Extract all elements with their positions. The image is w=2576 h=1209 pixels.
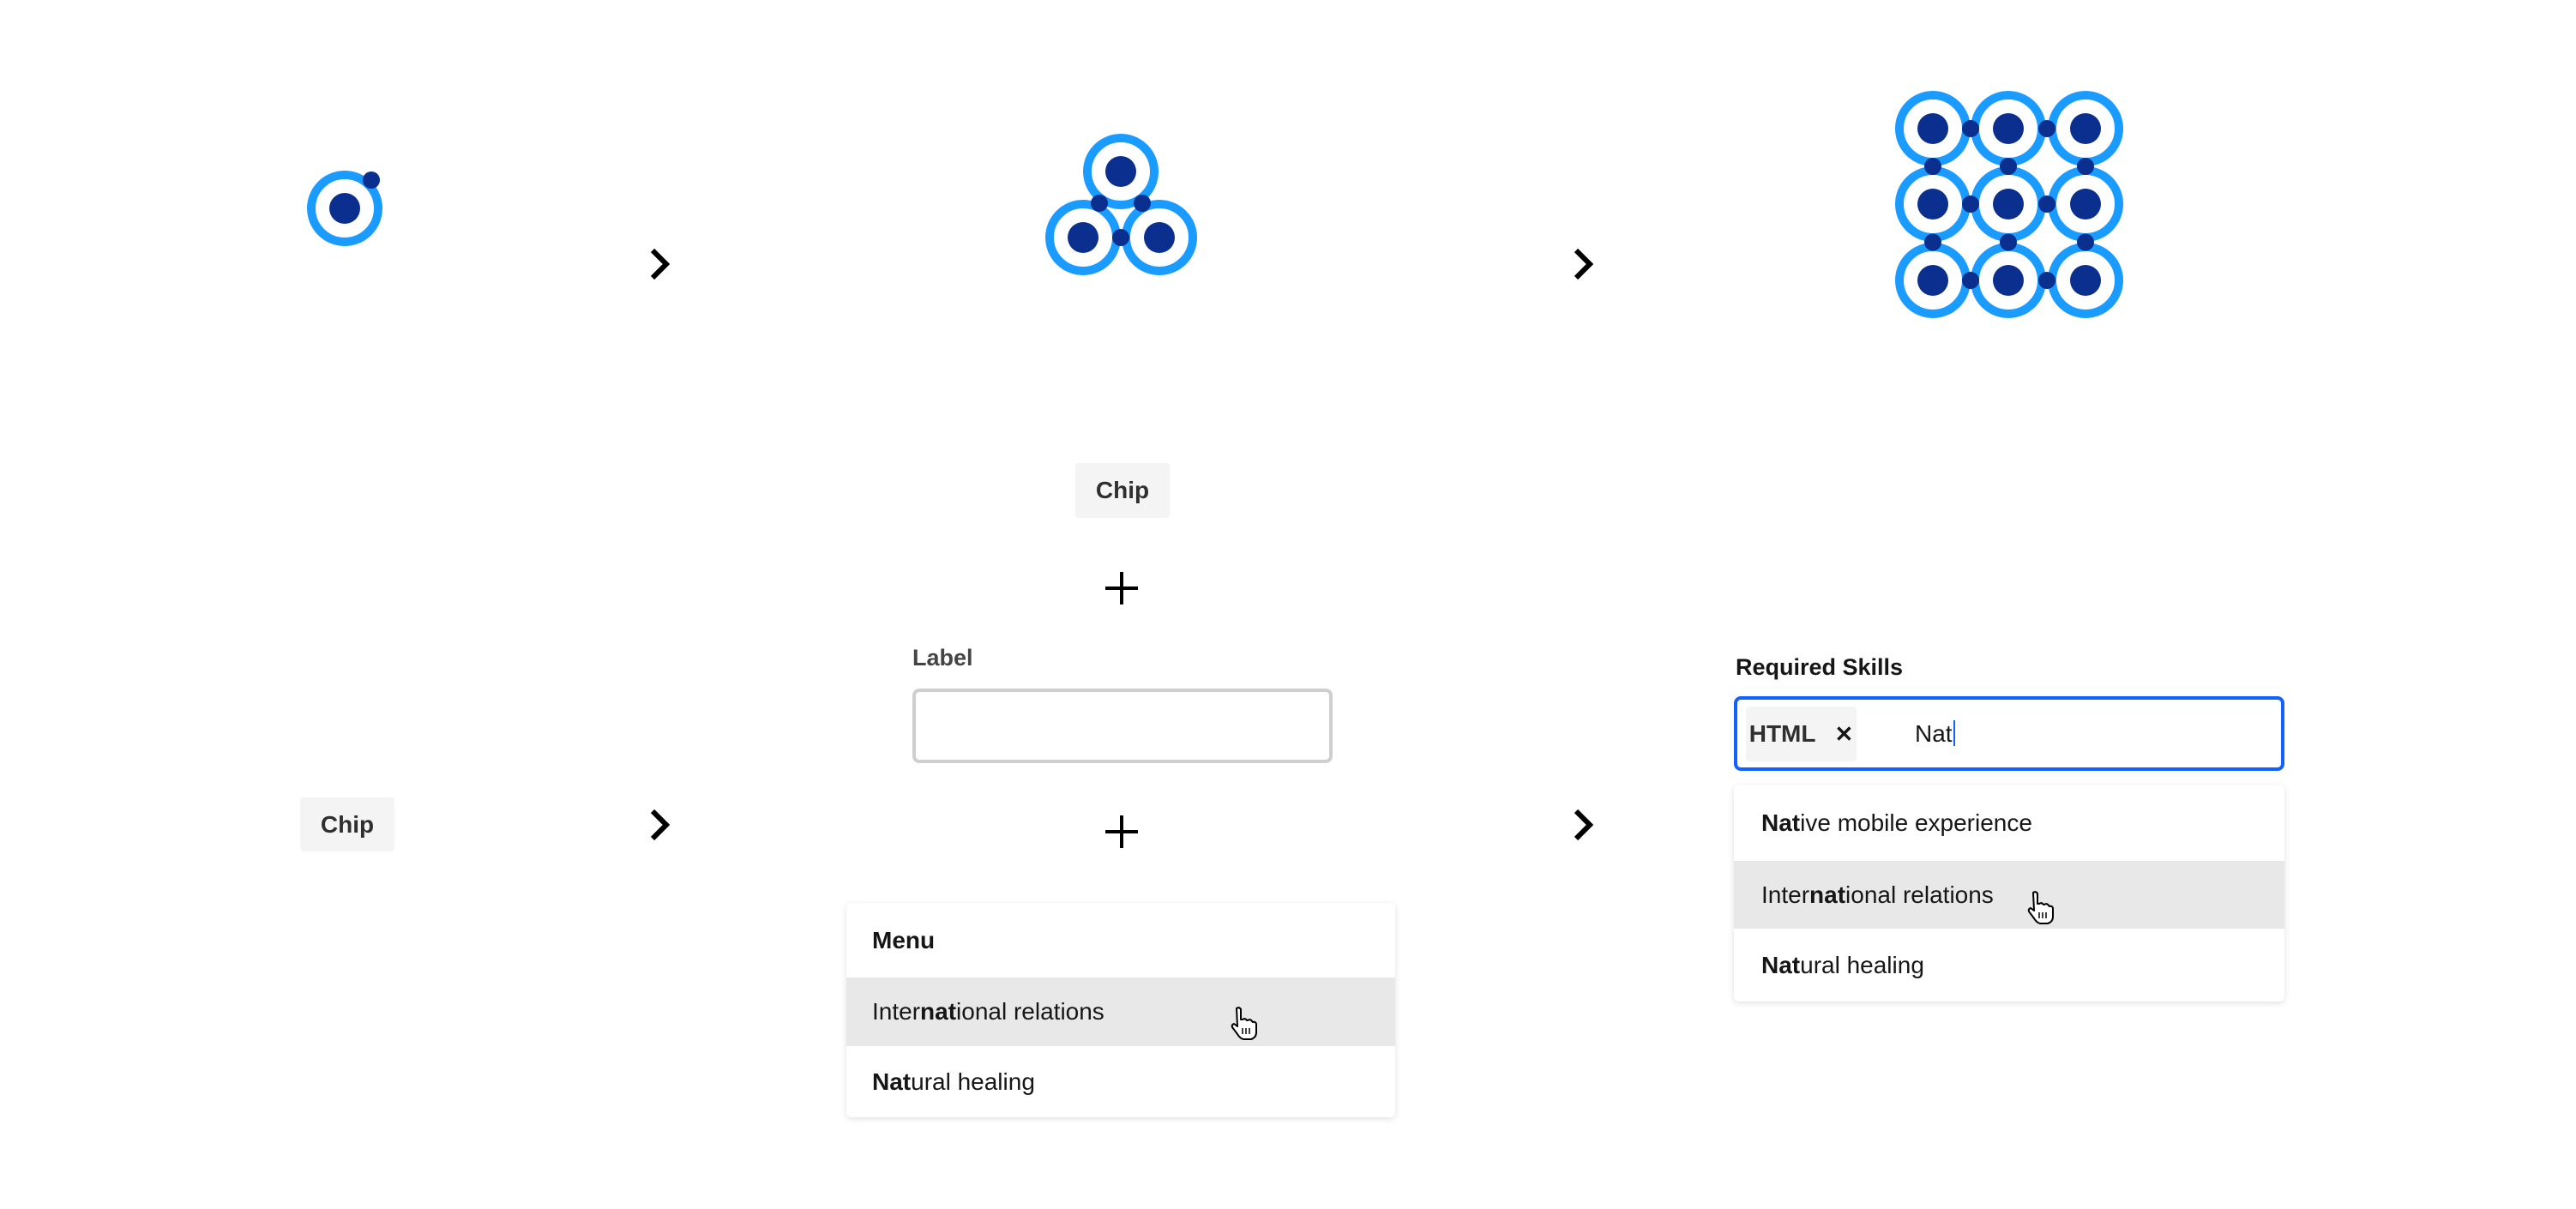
menu-item[interactable]: Inter nat ional relations — [846, 977, 1395, 1046]
atom-core — [1917, 265, 1948, 296]
menu-item-post: ional relations — [956, 998, 1104, 1025]
menu-item-pre: Inter — [872, 998, 921, 1025]
atom-core — [1105, 156, 1136, 187]
suggestions-dropdown: Nat ive mobile experience Inter nat ional r… — [1734, 785, 2284, 1001]
menu-item-match: nat — [920, 998, 957, 1025]
atom-core — [1993, 265, 2024, 296]
menu-item-match: Nat — [872, 1068, 912, 1095]
atom-core — [1917, 189, 1948, 220]
atom-core — [1993, 189, 2024, 220]
atom-core — [1917, 113, 1948, 144]
menu-header: Menu — [872, 926, 936, 953]
atom-bond-dot — [2000, 233, 2017, 251]
atom-bond-dot — [1962, 195, 1979, 213]
suggestion-item[interactable]: Nat ive mobile experience — [1734, 785, 2284, 861]
typed-value: Nat — [1915, 720, 1953, 747]
atom-core — [2070, 189, 2101, 220]
item-post: ive mobile experience — [1800, 809, 2032, 836]
atom-bond-dot — [1962, 272, 1979, 289]
hand-pointer-icon — [2027, 891, 2054, 924]
atom-bond-dot — [2077, 233, 2094, 251]
chip[interactable]: Chip — [1075, 463, 1170, 518]
menu-item-post: ural healing — [911, 1068, 1035, 1095]
atom-bond-dot — [1962, 120, 1979, 137]
atom-bond-dot — [1924, 233, 1941, 251]
tag-label: HTML — [1748, 720, 1816, 747]
menu-item[interactable]: Nat ural healing — [846, 1046, 1395, 1117]
item-pre: Inter — [1761, 881, 1810, 908]
chip[interactable]: Chip — [300, 797, 394, 851]
atom-core — [1144, 222, 1175, 253]
close-icon[interactable]: ✕ — [1834, 721, 1853, 748]
suggestion-item[interactable]: Inter nat ional relations — [1734, 861, 2284, 929]
menu: Menu Inter nat ional relations Nat ural hea… — [846, 903, 1395, 1117]
plus-icon — [1105, 815, 1138, 848]
plus-icon — [1105, 572, 1138, 604]
chevron-right-icon — [650, 248, 670, 280]
atom-core — [1068, 222, 1098, 253]
item-match: Nat — [1761, 809, 1801, 836]
atom-bond-dot — [1134, 195, 1151, 212]
atom-bond-dot — [2038, 272, 2055, 289]
atom-bond-dot — [1924, 158, 1941, 175]
chevron-right-icon — [1574, 809, 1593, 841]
atom-bond-dot — [2038, 120, 2055, 137]
text-input[interactable] — [912, 689, 1333, 763]
text-caret — [1953, 720, 1955, 746]
atom-bond-dot — [2038, 195, 2055, 213]
atom-bond-dot — [2077, 158, 2094, 175]
hand-pointer-icon — [1231, 1007, 1257, 1040]
item-post: ural healing — [1800, 951, 1924, 978]
item-post: ional relations — [1845, 881, 1994, 908]
chip-label: Chip — [320, 810, 375, 838]
typed-text[interactable]: Nat — [1915, 720, 1955, 748]
atom-bond-dot — [1112, 229, 1129, 246]
atom-bond-dot — [2000, 158, 2017, 175]
required-skills-label: Required Skills — [1736, 654, 1904, 680]
atom-bond-dot — [363, 171, 380, 189]
atom-core — [2070, 113, 2101, 144]
atom-core — [2070, 265, 2101, 296]
field-label: Label — [912, 645, 973, 671]
chevron-right-icon — [1574, 248, 1593, 280]
atom-bond-dot — [1091, 195, 1108, 212]
item-match: nat — [1809, 881, 1846, 908]
chevron-right-icon — [650, 809, 670, 841]
skills-input[interactable]: HTML ✕ Nat — [1734, 696, 2284, 771]
atom-core — [1993, 113, 2024, 144]
selected-tag: HTML ✕ — [1746, 707, 1857, 761]
item-match: Nat — [1761, 951, 1801, 978]
atom-core — [329, 193, 360, 224]
suggestion-item[interactable]: Nat ural healing — [1734, 929, 2284, 1001]
chip-label: Chip — [1095, 477, 1150, 503]
